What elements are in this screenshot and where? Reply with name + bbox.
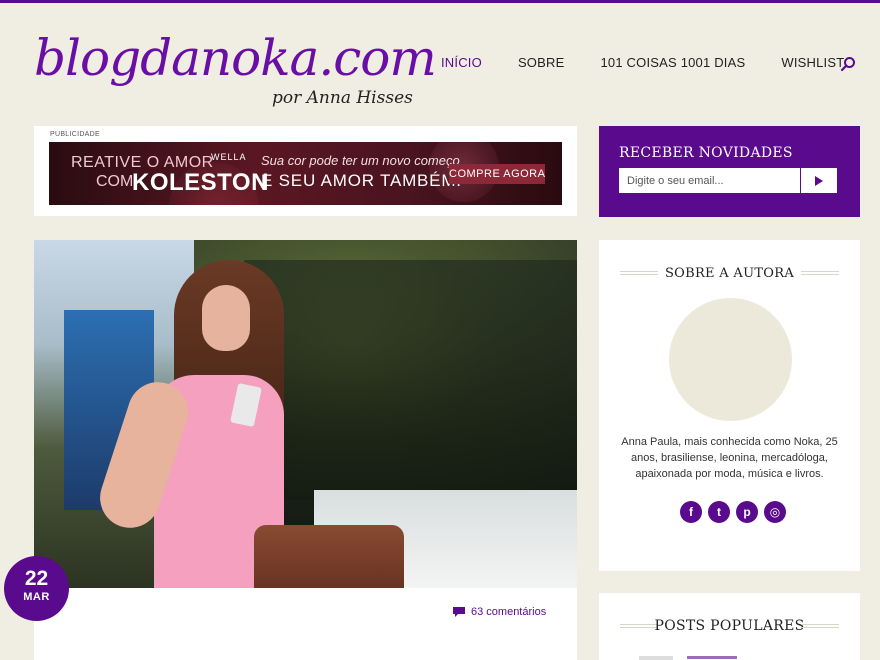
- post-featured-image[interactable]: [34, 240, 577, 588]
- search-icon[interactable]: [840, 56, 856, 72]
- ad-brand: KOLESTON: [132, 169, 269, 196]
- ad-copy: Sua cor pode ter um novo começo: [261, 153, 460, 168]
- top-accent-bar: [0, 0, 880, 3]
- image-face: [202, 285, 250, 351]
- nav-item-wishlist[interactable]: WISHLIST: [781, 55, 844, 70]
- ad-copy-emphasis: E SEU AMOR TAMBÉM.: [261, 171, 462, 190]
- ad-label: PUBLICIDADE: [50, 131, 100, 138]
- site-logo[interactable]: blogdanoka.com por Anna Hisses: [34, 28, 437, 118]
- social-links: f t p ◎: [680, 501, 792, 523]
- ad-banner[interactable]: REATIVE O AMOR COM KOLESTON WELLA Sua co…: [49, 142, 562, 205]
- comment-icon: [453, 607, 465, 617]
- comments-link[interactable]: 63 comentários: [452, 606, 546, 618]
- twitter-icon[interactable]: t: [708, 501, 730, 523]
- post-date-badge: 22 MAR: [4, 556, 69, 621]
- nav-item-101-coisas[interactable]: 101 COISAS 1001 DIAS: [600, 55, 745, 70]
- ad-cta-button[interactable]: COMPRE AGORA: [449, 164, 545, 184]
- facebook-icon[interactable]: f: [680, 501, 702, 523]
- title-divider: [801, 624, 839, 628]
- popular-posts-widget: POSTS POPULARES: [599, 593, 860, 660]
- instagram-icon[interactable]: ◎: [764, 501, 786, 523]
- popular-post-thumb[interactable]: [639, 656, 673, 660]
- pinterest-icon[interactable]: p: [736, 501, 758, 523]
- image-bag: [254, 525, 404, 588]
- play-arrow-icon: [815, 175, 823, 186]
- ad-container: PUBLICIDADE REATIVE O AMOR COM KOLESTON …: [34, 126, 577, 216]
- newsletter-widget: RECEBER NOVIDADES: [599, 126, 860, 217]
- author-bio: Anna Paula, mais conhecida como Noka, 25…: [621, 436, 838, 480]
- post-date-month: MAR: [23, 591, 50, 603]
- author-avatar: [669, 298, 792, 421]
- ad-brand-maker: WELLA: [211, 152, 247, 162]
- comments-count: 63 comentários: [471, 606, 547, 618]
- ad-headline-com: COM: [96, 173, 134, 190]
- post-date-day: 22: [24, 567, 49, 590]
- logo-text: blogdanoka.com: [34, 29, 437, 87]
- main-nav: INÍCIO SOBRE 101 COISAS 1001 DIAS WISHLI…: [441, 55, 880, 70]
- newsletter-title: RECEBER NOVIDADES: [619, 145, 793, 161]
- logo-subtitle: por Anna Hisses: [272, 88, 413, 108]
- newsletter-submit-button[interactable]: [801, 168, 837, 193]
- post-card: 63 comentários: [34, 240, 577, 660]
- title-divider: [801, 271, 839, 275]
- nav-item-inicio[interactable]: INÍCIO: [441, 55, 482, 70]
- about-author-widget: SOBRE A AUTORA Anna Paula, mais conhecid…: [599, 240, 860, 571]
- nav-item-sobre[interactable]: SOBRE: [518, 55, 565, 70]
- email-field[interactable]: [619, 168, 800, 193]
- popular-post-tag[interactable]: [687, 656, 737, 659]
